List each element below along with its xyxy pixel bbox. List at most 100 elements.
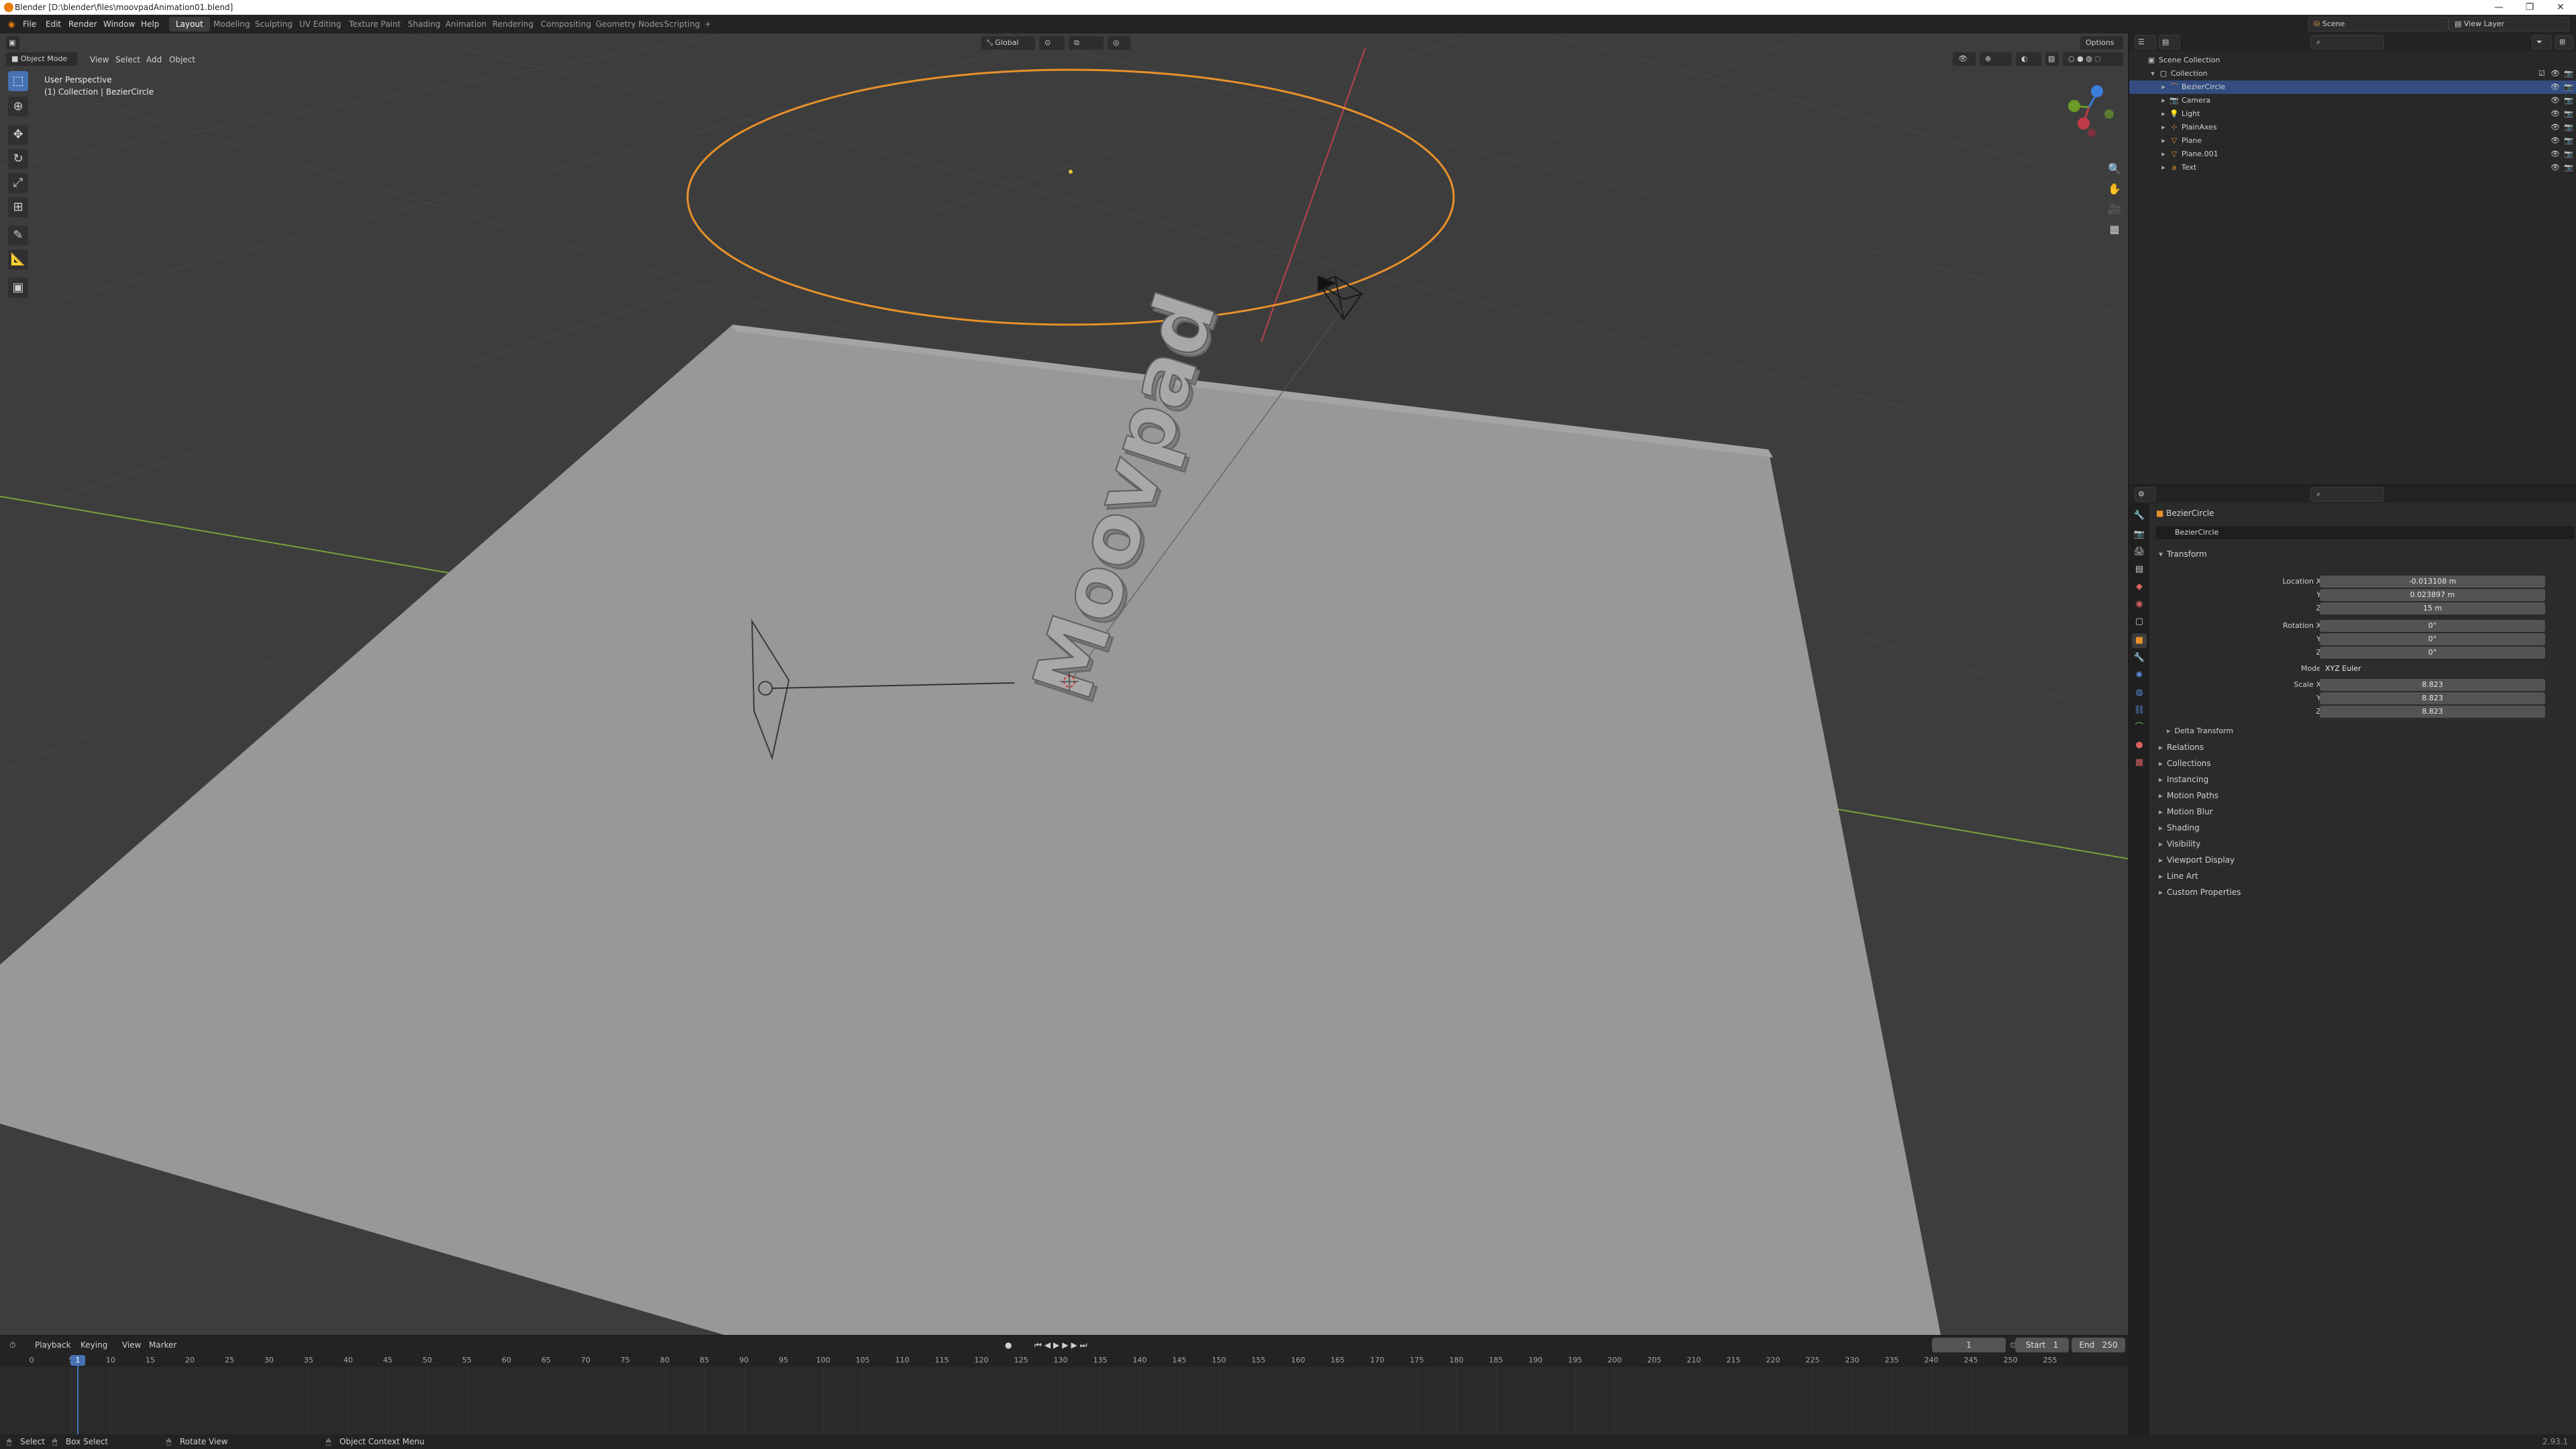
close-button[interactable]: ✕ [2545,0,2576,15]
pivot-point-selector[interactable]: ⊙ [1038,36,1065,50]
playhead-frame[interactable]: 1 [70,1355,85,1366]
render-camera-icon[interactable]: 📷 [2564,107,2573,121]
gizmo-z-axis[interactable] [2091,85,2103,97]
select-box-tool-icon[interactable]: ⬚ [8,71,28,91]
play-icon[interactable]: ▶ [1053,1340,1062,1350]
render-tab-icon[interactable]: 📷 [2132,527,2147,542]
physics-tab-icon[interactable]: ◍ [2132,686,2147,700]
render-camera-icon[interactable]: 📷 [2564,134,2573,148]
outliner-object-row[interactable]: ▸ ▽ Plane 👁 📷 [2129,134,2576,148]
world-tab-icon[interactable]: ◉ [2132,597,2147,612]
rotation-z-field[interactable]: 0° [2320,647,2545,659]
properties-editor-type-icon[interactable]: ⚙ [2135,487,2156,502]
timeline-editor[interactable]: ⏱ Playback Keying View Marker ● ⏮◀▶▶▶⏭ 1… [0,1335,2128,1434]
outliner-object-row[interactable]: ▸ ⊹ PlainAxes 👁 📷 [2129,121,2576,134]
expand-arrow-icon[interactable]: ▸ [2159,109,2168,119]
properties-section-header[interactable]: ▸ Relations [2159,741,2204,754]
tab-uv-editing[interactable]: UV Editing [292,17,348,32]
cursor-tool-icon[interactable]: ⊕ [8,97,28,117]
viewport-menu-add[interactable]: Add [142,52,166,67]
visibility-eye-icon[interactable]: 👁 [2551,94,2560,107]
constraints-tab-icon[interactable]: ⛓ [2132,703,2147,718]
scale-y-field[interactable]: 8.823 [2320,692,2545,704]
transform-panel-header[interactable]: ▾ Transform [2159,547,2207,561]
data-tab-icon[interactable]: ⌒ [2132,720,2147,735]
properties-section-header[interactable]: ▸ Viewport Display [2159,853,2235,867]
camera-view-icon[interactable]: 🎥 [2105,200,2124,219]
visibility-eye-icon[interactable]: 👁 [2551,107,2560,121]
scale-z-field[interactable]: 8.823 [2320,706,2545,718]
gizmo-x-axis[interactable] [2078,117,2090,129]
snap-selector[interactable]: ⧉ [1068,36,1104,50]
timeline-editor-type-icon[interactable]: ⏱ [5,1338,19,1352]
object-tab-icon[interactable]: ■ [2132,633,2147,648]
visibility-eye-icon[interactable]: 👁 [2551,80,2560,94]
tab-texture-paint[interactable]: Texture Paint [342,17,407,32]
scene-selector[interactable]: ⛁ Scene [2308,17,2449,32]
expand-arrow-icon[interactable]: ▸ [2159,123,2168,132]
properties-section-header[interactable]: ▸ Motion Blur [2159,805,2213,818]
add-workspace-button[interactable]: + [698,17,718,32]
gizmo-neg-y-axis[interactable] [2104,109,2114,119]
mode-selector[interactable]: ■ Object Mode [5,52,78,66]
menu-render[interactable]: Render [63,15,103,34]
bezier-circle-object[interactable] [686,68,1455,326]
timeline-menu-keying[interactable]: Keying [76,1338,111,1352]
menu-file[interactable]: File [17,15,42,34]
visibility-eye-icon[interactable]: 👁 [2551,148,2560,161]
filter-icon[interactable]: ⏷ [2532,35,2552,50]
properties-search-input[interactable]: ⌕ [2310,487,2384,502]
scale-x-field[interactable]: 8.823 [2320,679,2545,691]
tab-sculpting[interactable]: Sculpting [248,17,299,32]
location-z-field[interactable]: 15 m [2320,602,2545,614]
end-frame-field[interactable]: End 250 [2072,1338,2125,1352]
scale-tool-icon[interactable]: ⤢ [8,173,28,193]
pan-hand-icon[interactable]: ✋ [2105,180,2124,199]
outliner-object-row[interactable]: ▸ a Text 👁 📷 [2129,161,2576,174]
rotation-x-field[interactable]: 0° [2320,620,2545,632]
properties-section-header[interactable]: ▸ Custom Properties [2159,885,2241,899]
viewport-menu-object[interactable]: Object [165,52,199,67]
outliner-object-row[interactable]: ▸ ▽ Plane.001 👁 📷 [2129,148,2576,161]
viewport-menu-view[interactable]: View [86,52,113,67]
gizmo-y-axis[interactable] [2068,100,2080,112]
tab-rendering[interactable]: Rendering [486,17,540,32]
material-tab-icon[interactable]: ● [2132,738,2147,753]
properties-section-header[interactable]: ▸ Motion Paths [2159,789,2218,802]
render-camera-icon[interactable]: 📷 [2564,121,2573,134]
navigation-gizmo[interactable] [2057,75,2124,149]
xray-toggle[interactable]: ▧ [2045,52,2059,66]
gizmo-toggle[interactable]: ⊕ [1979,52,2012,66]
output-tab-icon[interactable]: 🖨 [2132,545,2147,559]
outliner-scene-collection[interactable]: ▣ Scene Collection [2129,54,2576,67]
render-camera-icon[interactable]: 📷 [2564,161,2573,174]
expand-arrow-icon[interactable]: ▸ [2159,96,2168,105]
visibility-eye-icon[interactable]: 👁 [2551,161,2560,174]
3d-viewport[interactable]: Moovpad Moovpad ▣ ■ Object Mode View Sel… [0,34,2128,1335]
expand-arrow-icon[interactable]: ▸ [2159,83,2168,92]
timeline-ruler[interactable]: 0510152025303540455055606570758085909510… [0,1354,2128,1367]
viewport-menu-select[interactable]: Select [111,52,144,67]
properties-section-header[interactable]: ▸ Instancing [2159,773,2208,786]
view-layer-selector[interactable]: ▤ View Layer [2449,17,2569,32]
visibility-eye-icon[interactable]: 👁 [2551,67,2560,80]
jump-end-icon[interactable]: ⏭ [1080,1340,1090,1350]
tab-compositing[interactable]: Compositing [534,17,598,32]
exclude-checkbox-icon[interactable]: ☑ [2538,67,2545,80]
properties-editor[interactable]: ⚙ ⌕ 🔧 📷 🖨 ▤ ◆ ◉ ▢ ■ 🔧 ✺ ◍ ⛓ ⌒ ● ▦ ■ Bezi… [2128,484,2576,1436]
maximize-button[interactable]: ❐ [2514,0,2545,15]
properties-section-header[interactable]: ▸ Visibility [2159,837,2200,851]
zoom-icon[interactable]: 🔍 [2105,160,2124,178]
texture-tab-icon[interactable]: ▦ [2132,755,2147,770]
view-layer-tab-icon[interactable]: ▤ [2132,562,2147,577]
overlay-toggle[interactable]: ◐ [2015,52,2042,66]
tab-layout[interactable]: Layout [169,17,210,32]
visibility-selector[interactable]: 👁 [1952,52,1976,66]
delta-transform-subpanel[interactable]: ▸ Delta Transform [2167,724,2233,738]
timeline-menu-view[interactable]: View [118,1338,145,1352]
editor-type-button[interactable]: ▣ [5,36,20,50]
render-camera-icon[interactable]: 📷 [2564,80,2573,94]
transform-orientation-selector[interactable]: ⤡ Global [981,36,1036,50]
visibility-eye-icon[interactable]: 👁 [2551,134,2560,148]
outliner-search-input[interactable]: ⌕ [2310,35,2384,50]
